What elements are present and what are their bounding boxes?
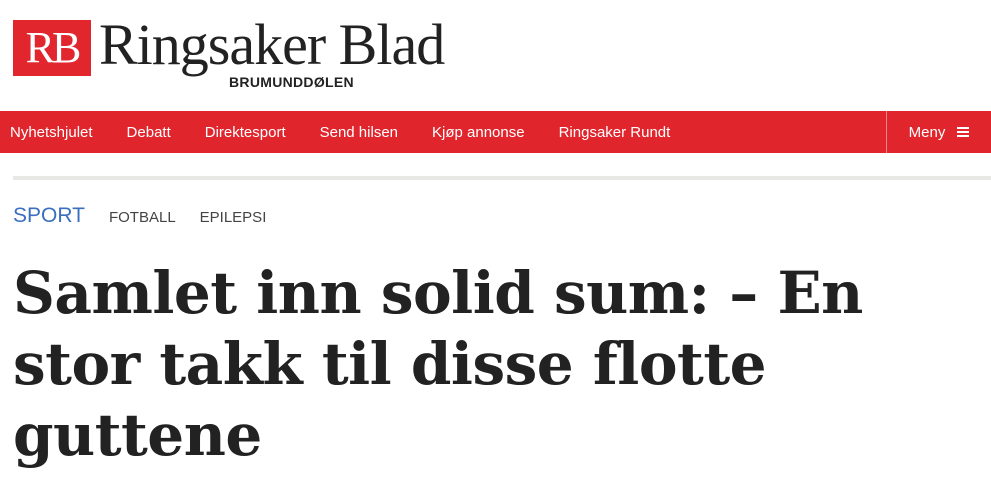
site-header: RB Ringsaker Blad BRUMUNDDØLEN xyxy=(0,0,991,111)
section-tag-sport[interactable]: SPORT xyxy=(13,204,85,228)
logo-wordmark: Ringsaker Blad xyxy=(99,12,445,77)
tag-fotball[interactable]: FOTBALL xyxy=(109,209,176,226)
nav-item-nyhetshjulet[interactable]: Nyhetshjulet xyxy=(10,124,93,141)
article-headline: Samlet inn solid sum: – En stor takk til… xyxy=(13,259,863,469)
article-tags: SPORT FOTBALL EPILEPSI xyxy=(13,204,290,228)
logo-mark: RB xyxy=(13,20,91,76)
menu-button[interactable]: Meny xyxy=(886,111,991,153)
tag-epilepsi[interactable]: EPILEPSI xyxy=(200,209,267,226)
nav-items: Nyhetshjulet Debatt Direktesport Send hi… xyxy=(0,111,704,153)
nav-item-debatt[interactable]: Debatt xyxy=(127,124,171,141)
nav-item-direktesport[interactable]: Direktesport xyxy=(205,124,286,141)
menu-label: Meny xyxy=(908,123,946,141)
main-navigation: Nyhetshjulet Debatt Direktesport Send hi… xyxy=(0,111,991,153)
section-divider xyxy=(13,176,991,180)
nav-item-ringsaker-rundt[interactable]: Ringsaker Rundt xyxy=(559,124,671,141)
logo-subtitle: BRUMUNDDØLEN xyxy=(229,74,354,90)
nav-item-kjop-annonse[interactable]: Kjøp annonse xyxy=(432,124,525,141)
site-logo[interactable]: RB Ringsaker Blad BRUMUNDDØLEN xyxy=(13,12,513,92)
nav-item-send-hilsen[interactable]: Send hilsen xyxy=(320,124,398,141)
hamburger-icon xyxy=(957,127,970,137)
